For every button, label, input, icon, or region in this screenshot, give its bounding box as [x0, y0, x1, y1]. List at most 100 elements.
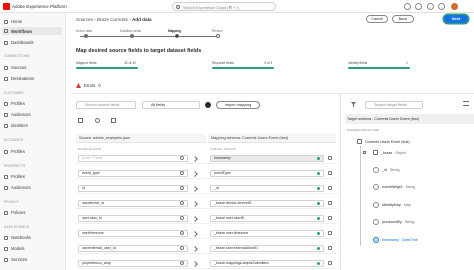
eventweight-radio[interactable]	[373, 184, 379, 190]
sidebar-item-identities[interactable]: Identities	[4, 123, 28, 128]
source-field-picker-icon[interactable]	[180, 246, 184, 250]
mapping-row: id _id	[76, 184, 338, 194]
sidebar-item-home[interactable]: Home	[4, 19, 22, 24]
source-search-input[interactable]: Search source fields	[76, 101, 136, 109]
sidebar-item-policies[interactable]: Policies	[4, 210, 25, 215]
app-title[interactable]: Adobe Experience Platform	[12, 4, 67, 9]
schema-node-id[interactable]: _id String	[373, 167, 400, 173]
delete-icon[interactable]	[328, 261, 332, 265]
source-field-picker-icon[interactable]	[180, 171, 184, 175]
sidebar-item-dashboards[interactable]: Dashboards	[4, 40, 34, 45]
back-button[interactable]: Back	[392, 15, 414, 23]
source-field[interactable]: propertiescu_amp	[78, 260, 188, 267]
sidebar-item-prospect-audiences[interactable]: Audiences	[4, 185, 31, 190]
schema-root[interactable]: Currents Users Event (test)	[357, 139, 410, 144]
delete-icon[interactable]	[328, 201, 332, 205]
apps-icon[interactable]	[415, 3, 422, 10]
filter-icon[interactable]	[351, 102, 356, 107]
import-mapping-button[interactable]: Import mapping	[216, 101, 260, 109]
target-field[interactable]: _braze.mappings.ampIsSubmitted	[210, 260, 324, 267]
source-field[interactable]: Enter ** field	[78, 155, 188, 162]
preview-icon[interactable]	[78, 118, 83, 123]
id-radio[interactable]	[373, 167, 379, 173]
errors-summary[interactable]: Errors 0	[76, 83, 101, 88]
schema-node-producedby[interactable]: producedBy String	[373, 219, 414, 225]
alert-icon	[76, 83, 81, 88]
source-field[interactable]: id	[78, 185, 188, 192]
source-field-picker-icon[interactable]	[180, 156, 184, 160]
source-field[interactable]: user.user_id	[78, 215, 188, 222]
arrow-right-icon	[192, 186, 198, 192]
delete-icon[interactable]	[328, 216, 332, 220]
source-field-picker-icon[interactable]	[180, 216, 184, 220]
mapped-fields-label: Mapped fields	[76, 61, 97, 65]
policies-icon	[4, 210, 8, 215]
sidebar-item-prospect-profiles[interactable]: Profiles	[4, 174, 25, 179]
braze-checkbox[interactable]	[373, 150, 378, 155]
sidebar-item-workflows[interactable]: Workflows	[2, 27, 62, 35]
sidebar-item-sources[interactable]: Sources	[4, 65, 26, 70]
field-filter-select[interactable]: All fields	[142, 101, 200, 109]
sidebar-item-models[interactable]: Models	[4, 246, 25, 251]
source-field-picker-icon[interactable]	[180, 261, 184, 265]
root-checkbox[interactable]	[357, 139, 362, 144]
stepper: Select data Dataflow detail Mapping Revi…	[76, 29, 256, 43]
edit-icon[interactable]	[111, 118, 116, 123]
bell-icon[interactable]	[438, 3, 445, 10]
arrow-right-icon	[192, 216, 198, 222]
step-mapping: Mapping	[168, 29, 182, 33]
delete-icon[interactable]	[328, 186, 332, 190]
cancel-button[interactable]: Cancel	[366, 15, 388, 23]
delete-icon[interactable]	[328, 231, 332, 235]
mapping-row: userexternal_user_id _braze.user.external…	[76, 244, 338, 254]
global-search[interactable]: Search Experience Cloud (⌘ + /)	[172, 2, 276, 11]
sidebar-item-notebooks[interactable]: Notebooks	[4, 235, 31, 240]
sidebar-item-account-profiles[interactable]: Profiles	[4, 149, 25, 154]
sidebar-item-destinations[interactable]: Destinations	[4, 76, 34, 81]
source-field-picker-icon[interactable]	[180, 201, 184, 205]
sidebar-section-prospects: PROSPECTS	[4, 164, 26, 168]
schema-node-timestamp[interactable]: timestamp DateTime	[373, 237, 418, 243]
link-icon[interactable]	[95, 118, 100, 123]
source-field-picker-icon[interactable]	[180, 186, 184, 190]
next-button[interactable]: Next	[444, 15, 468, 23]
add-icon[interactable]	[205, 102, 211, 108]
breadcrumb-braze[interactable]: Braze Currents	[97, 17, 128, 22]
target-field[interactable]: eventType	[210, 170, 324, 177]
producedby-radio[interactable]	[373, 219, 379, 225]
target-field[interactable]: timestamp	[210, 155, 324, 162]
stepper-track	[80, 36, 220, 37]
target-field[interactable]: _braze.user.externalUserID	[210, 245, 324, 252]
timestamp-radio[interactable]	[373, 237, 379, 243]
sidebar-item-profiles[interactable]: Profiles	[4, 101, 25, 106]
sidebar-item-services[interactable]: Services	[4, 257, 27, 262]
source-field[interactable]: userexternal_user_id	[78, 245, 188, 252]
schema-node-braze[interactable]: _braze Object	[373, 150, 406, 155]
breadcrumb-sources[interactable]: Sources	[76, 17, 93, 22]
help-icon[interactable]	[404, 3, 411, 10]
source-field[interactable]: userdevice_id	[78, 200, 188, 207]
target-field[interactable]: _braze.user.userID	[210, 215, 324, 222]
source-field[interactable]: event_type	[78, 170, 188, 177]
target-field[interactable]: _braze.user.timezone	[210, 230, 324, 237]
sidebar-item-audiences[interactable]: Audiences	[4, 112, 31, 117]
schema-node-eventweight[interactable]: eventWeight String	[373, 184, 415, 190]
target-column-header: TARGET FIELDS	[210, 147, 236, 151]
delete-icon[interactable]	[328, 246, 332, 250]
schema-node-identitymap[interactable]: identityMap Map	[373, 202, 411, 208]
target-field[interactable]: _id	[210, 185, 324, 192]
notifications-icon[interactable]	[427, 3, 434, 10]
source-field[interactable]: usertimezone	[78, 230, 188, 237]
audiences-icon	[4, 112, 8, 117]
target-search-input[interactable]: Search target fields	[365, 101, 423, 109]
adobe-logo[interactable]	[3, 3, 10, 10]
sidebar-section-accounts: ACCOUNTS	[4, 138, 24, 142]
collapse-panel-icon[interactable]	[463, 101, 469, 106]
destinations-icon	[4, 76, 8, 81]
delete-icon[interactable]	[328, 156, 332, 160]
target-field[interactable]: _braze.device.deviceID	[210, 200, 324, 207]
identitymap-radio[interactable]	[373, 202, 379, 208]
avatar[interactable]	[451, 3, 458, 10]
delete-icon[interactable]	[328, 171, 332, 175]
source-field-picker-icon[interactable]	[180, 231, 184, 235]
